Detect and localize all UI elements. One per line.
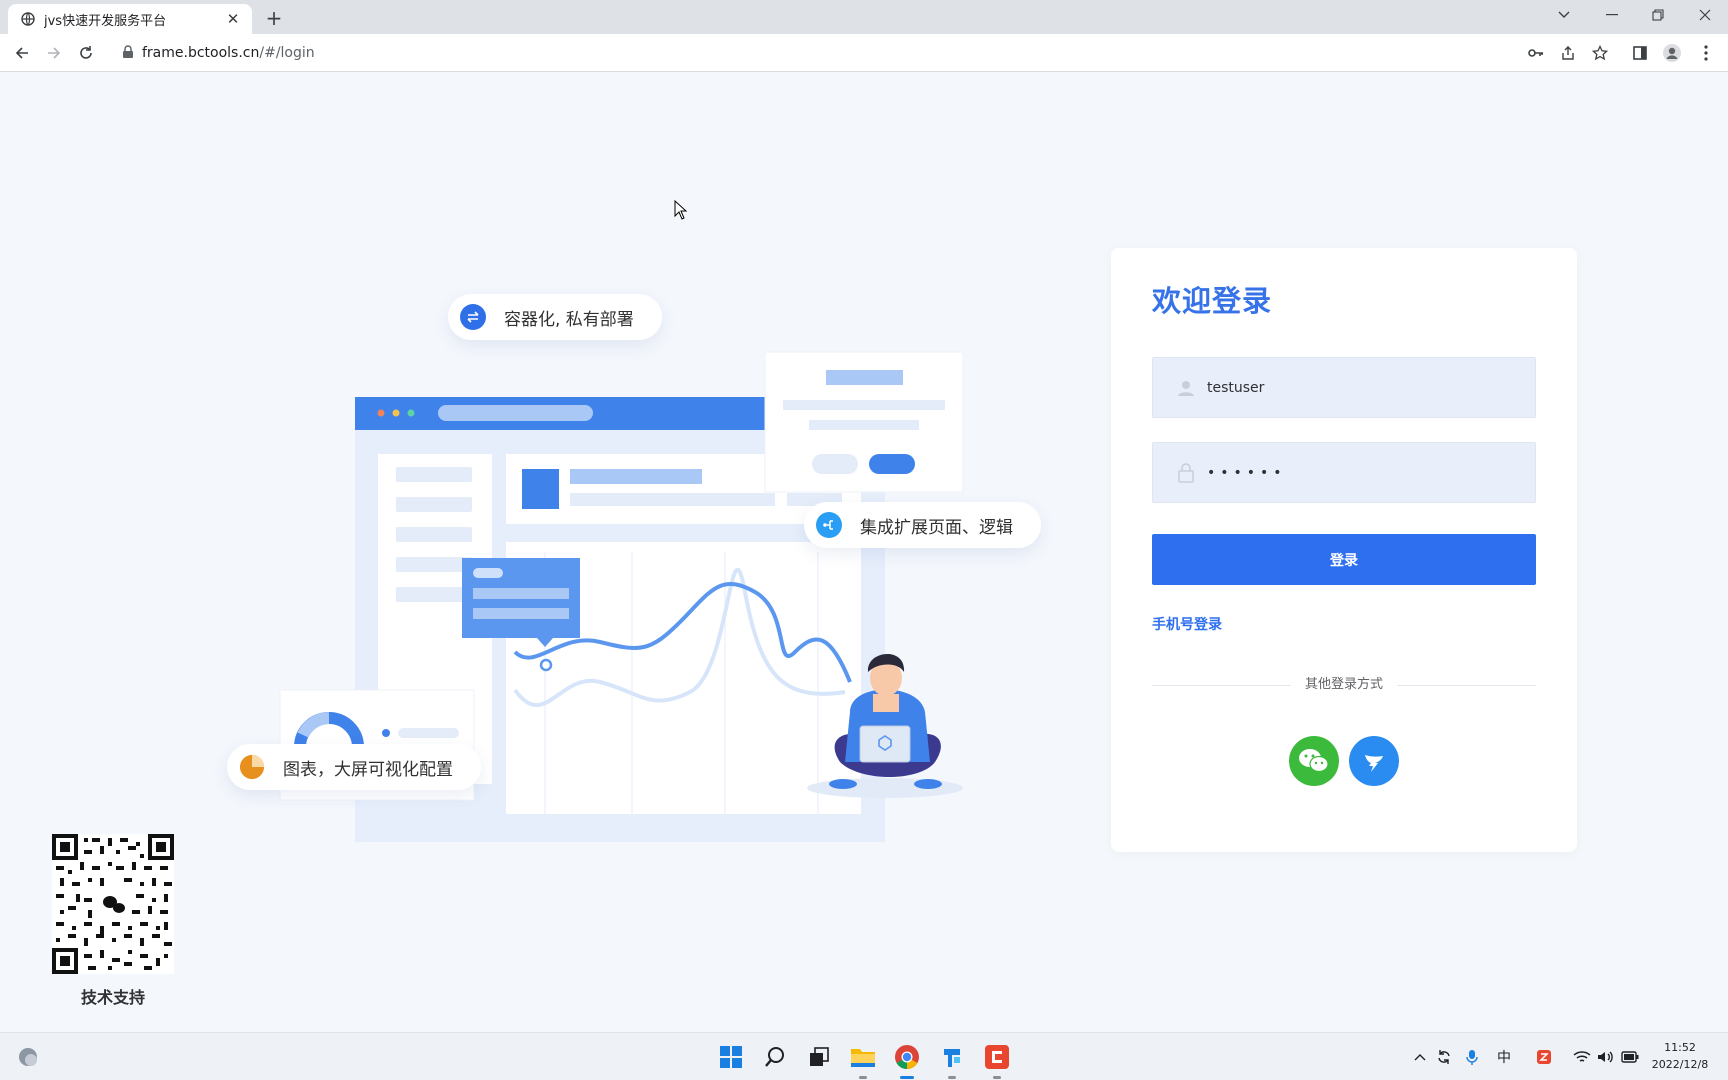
profile-avatar-icon[interactable] bbox=[1658, 39, 1686, 67]
app-pin-icon[interactable] bbox=[936, 1041, 968, 1079]
new-tab-button[interactable]: + bbox=[262, 6, 286, 30]
swap-icon bbox=[460, 304, 486, 330]
chevron-up-icon[interactable] bbox=[1410, 1047, 1430, 1067]
restore-icon[interactable] bbox=[1635, 0, 1681, 30]
running-indicator bbox=[859, 1076, 867, 1079]
search-icon[interactable] bbox=[759, 1041, 791, 1073]
microphone-icon[interactable] bbox=[1462, 1047, 1482, 1067]
url-text: frame.bctools.cn/#/login bbox=[142, 45, 315, 61]
browser-toolbar: frame.bctools.cn/#/login bbox=[0, 34, 1728, 72]
wifi-icon[interactable] bbox=[1572, 1047, 1592, 1067]
dingtalk-login-button[interactable] bbox=[1349, 736, 1399, 786]
qr-code-image bbox=[52, 834, 174, 974]
active-indicator bbox=[900, 1076, 914, 1079]
lock-icon bbox=[1175, 462, 1197, 484]
other-methods-label: 其他登录方式 bbox=[1291, 674, 1397, 696]
qr-caption: 技术支持 bbox=[80, 988, 145, 1007]
flow-icon bbox=[816, 512, 842, 538]
battery-icon[interactable] bbox=[1620, 1047, 1640, 1067]
close-window-icon[interactable] bbox=[1682, 0, 1728, 30]
volume-icon[interactable] bbox=[1596, 1047, 1616, 1067]
red-app-icon[interactable] bbox=[981, 1041, 1013, 1079]
ime-indicator[interactable]: 中 bbox=[1494, 1047, 1514, 1067]
key-icon[interactable] bbox=[1522, 39, 1550, 67]
url-host: frame.bctools.cn bbox=[142, 45, 260, 61]
reload-icon[interactable] bbox=[72, 39, 100, 67]
feature-label: 容器化, 私有部署 bbox=[504, 309, 634, 330]
globe-icon bbox=[20, 11, 36, 27]
os-taskbar: 中 11:52 2022/12/8 bbox=[0, 1032, 1728, 1080]
clock-time: 11:52 bbox=[1664, 1041, 1696, 1054]
feature-label: 集成扩展页面、逻辑 bbox=[860, 517, 1013, 538]
username-input[interactable] bbox=[1207, 379, 1507, 396]
password-input[interactable]: •••••• bbox=[1207, 465, 1287, 481]
browser-tab[interactable]: jvs快速开发服务平台 ✕ bbox=[8, 4, 252, 34]
input-method-icon[interactable] bbox=[1534, 1047, 1554, 1067]
login-button[interactable]: 登录 bbox=[1152, 534, 1536, 585]
address-bar[interactable]: frame.bctools.cn/#/login bbox=[110, 38, 1610, 68]
forward-arrow-icon[interactable] bbox=[40, 39, 68, 67]
minimize-icon[interactable] bbox=[1589, 0, 1635, 30]
back-arrow-icon[interactable] bbox=[8, 39, 36, 67]
close-tab-icon[interactable]: ✕ bbox=[224, 10, 242, 28]
feature-pill-containerized: 容器化, 私有部署 bbox=[448, 294, 662, 340]
url-path: /#/login bbox=[259, 45, 315, 61]
dingtalk-icon bbox=[1365, 755, 1383, 772]
lock-icon bbox=[122, 44, 134, 63]
wechat-icon bbox=[1299, 749, 1329, 773]
mouse-cursor-icon bbox=[674, 200, 688, 220]
username-field[interactable] bbox=[1152, 357, 1536, 418]
running-indicator bbox=[993, 1076, 1001, 1079]
feature-label: 图表，大屏可视化配置 bbox=[283, 759, 453, 780]
weather-icon[interactable] bbox=[12, 1041, 44, 1073]
chrome-icon[interactable] bbox=[891, 1041, 923, 1079]
login-title: 欢迎登录 bbox=[1152, 284, 1273, 318]
side-panel-icon[interactable] bbox=[1626, 39, 1654, 67]
bookmark-star-icon[interactable] bbox=[1586, 39, 1614, 67]
password-field[interactable]: •••••• bbox=[1152, 442, 1536, 503]
tab-title: jvs快速开发服务平台 bbox=[44, 13, 167, 29]
wechat-login-button[interactable] bbox=[1289, 736, 1339, 786]
share-icon[interactable] bbox=[1554, 39, 1582, 67]
sync-icon[interactable] bbox=[1434, 1047, 1454, 1067]
login-card: 欢迎登录 •••••• 登录 手机号登录 其他登录方式 bbox=[1111, 248, 1577, 852]
user-icon bbox=[1175, 377, 1197, 399]
task-view-icon[interactable] bbox=[803, 1041, 835, 1073]
login-page: 容器化, 私有部署 集成扩展页面、逻辑 图表，大屏可视化配置 技术支持 欢迎登录… bbox=[0, 72, 1728, 1032]
running-indicator bbox=[948, 1076, 956, 1079]
more-menu-icon[interactable] bbox=[1692, 39, 1720, 67]
feature-pill-charts: 图表，大屏可视化配置 bbox=[227, 744, 481, 790]
file-explorer-icon[interactable] bbox=[847, 1041, 879, 1079]
start-windows-icon[interactable] bbox=[715, 1041, 747, 1073]
pie-chart-icon bbox=[239, 754, 265, 780]
clock-date: 2022/12/8 bbox=[1651, 1058, 1709, 1071]
phone-login-link[interactable]: 手机号登录 bbox=[1152, 614, 1222, 634]
system-clock[interactable]: 11:52 2022/12/8 bbox=[1640, 1039, 1720, 1073]
feature-pill-integration: 集成扩展页面、逻辑 bbox=[804, 502, 1041, 548]
browser-tab-strip: jvs快速开发服务平台 ✕ + bbox=[0, 0, 1728, 34]
tab-search-icon[interactable] bbox=[1541, 0, 1587, 30]
